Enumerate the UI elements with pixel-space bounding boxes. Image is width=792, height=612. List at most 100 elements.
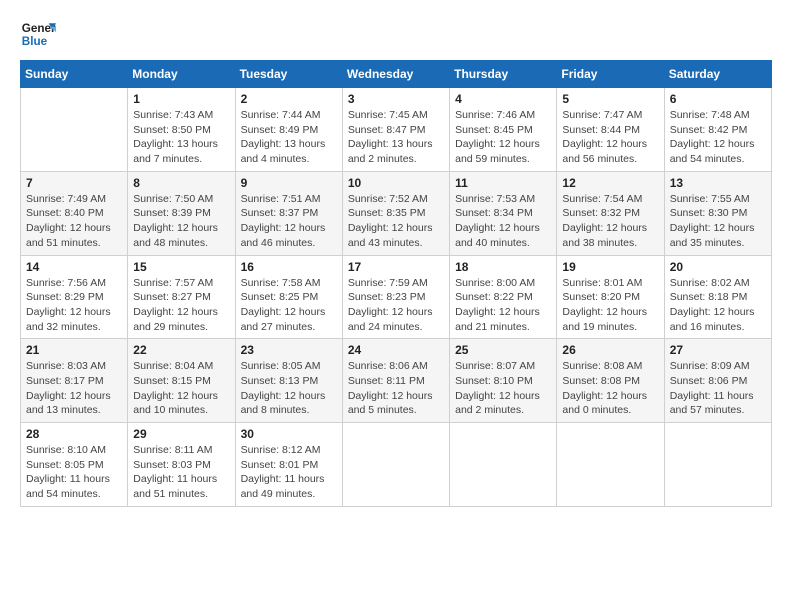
day-number: 8 <box>133 176 229 190</box>
day-info: Sunrise: 7:48 AM Sunset: 8:42 PM Dayligh… <box>670 108 766 167</box>
calendar-cell: 1 Sunrise: 7:43 AM Sunset: 8:50 PM Daylig… <box>128 88 235 172</box>
calendar-cell <box>21 88 128 172</box>
day-number: 27 <box>670 343 766 357</box>
day-number: 12 <box>562 176 658 190</box>
day-info: Sunrise: 7:46 AM Sunset: 8:45 PM Dayligh… <box>455 108 551 167</box>
svg-text:Blue: Blue <box>22 35 48 48</box>
calendar-cell: 25 Sunrise: 8:07 AM Sunset: 8:10 PM Dayli… <box>450 339 557 423</box>
calendar-cell: 21 Sunrise: 8:03 AM Sunset: 8:17 PM Dayli… <box>21 339 128 423</box>
day-info: Sunrise: 7:47 AM Sunset: 8:44 PM Dayligh… <box>562 108 658 167</box>
day-number: 9 <box>241 176 337 190</box>
day-info: Sunrise: 7:59 AM Sunset: 8:23 PM Dayligh… <box>348 276 444 335</box>
calendar-cell: 22 Sunrise: 8:04 AM Sunset: 8:15 PM Dayli… <box>128 339 235 423</box>
calendar-cell: 11 Sunrise: 7:53 AM Sunset: 8:34 PM Dayli… <box>450 171 557 255</box>
calendar-cell: 17 Sunrise: 7:59 AM Sunset: 8:23 PM Dayli… <box>342 255 449 339</box>
calendar-week-row: 21 Sunrise: 8:03 AM Sunset: 8:17 PM Dayli… <box>21 339 772 423</box>
day-info: Sunrise: 8:09 AM Sunset: 8:06 PM Dayligh… <box>670 359 766 418</box>
calendar-cell: 8Sunrise: 7:50 AM Sunset: 8:39 PM Daylig… <box>128 171 235 255</box>
day-info: Sunrise: 8:03 AM Sunset: 8:17 PM Dayligh… <box>26 359 122 418</box>
day-number: 18 <box>455 260 551 274</box>
day-number: 28 <box>26 427 122 441</box>
day-number: 22 <box>133 343 229 357</box>
day-info: Sunrise: 7:45 AM Sunset: 8:47 PM Dayligh… <box>348 108 444 167</box>
day-info: Sunrise: 7:52 AM Sunset: 8:35 PM Dayligh… <box>348 192 444 251</box>
day-info: Sunrise: 7:53 AM Sunset: 8:34 PM Dayligh… <box>455 192 551 251</box>
day-info: Sunrise: 7:58 AM Sunset: 8:25 PM Dayligh… <box>241 276 337 335</box>
day-number: 20 <box>670 260 766 274</box>
day-number: 30 <box>241 427 337 441</box>
day-info: Sunrise: 7:43 AM Sunset: 8:50 PM Dayligh… <box>133 108 229 167</box>
calendar-cell: 3 Sunrise: 7:45 AM Sunset: 8:47 PM Daylig… <box>342 88 449 172</box>
weekday-header-wednesday: Wednesday <box>342 61 449 88</box>
calendar-cell <box>450 423 557 507</box>
calendar-week-row: 1 Sunrise: 7:43 AM Sunset: 8:50 PM Daylig… <box>21 88 772 172</box>
day-info: Sunrise: 7:49 AM Sunset: 8:40 PM Dayligh… <box>26 192 122 251</box>
day-number: 15 <box>133 260 229 274</box>
calendar-cell: 13 Sunrise: 7:55 AM Sunset: 8:30 PM Dayli… <box>664 171 771 255</box>
day-info: Sunrise: 7:57 AM Sunset: 8:27 PM Dayligh… <box>133 276 229 335</box>
day-number: 29 <box>133 427 229 441</box>
calendar-cell: 7 Sunrise: 7:49 AM Sunset: 8:40 PM Daylig… <box>21 171 128 255</box>
day-info: Sunrise: 8:12 AM Sunset: 8:01 PM Dayligh… <box>241 443 337 502</box>
calendar-cell: 27 Sunrise: 8:09 AM Sunset: 8:06 PM Dayli… <box>664 339 771 423</box>
weekday-header-sunday: Sunday <box>21 61 128 88</box>
day-number: 5 <box>562 92 658 106</box>
calendar-cell: 10 Sunrise: 7:52 AM Sunset: 8:35 PM Dayli… <box>342 171 449 255</box>
calendar-cell: 23Sunrise: 8:05 AM Sunset: 8:13 PM Dayli… <box>235 339 342 423</box>
calendar-week-row: 14Sunrise: 7:56 AM Sunset: 8:29 PM Dayli… <box>21 255 772 339</box>
weekday-header-tuesday: Tuesday <box>235 61 342 88</box>
day-info: Sunrise: 8:07 AM Sunset: 8:10 PM Dayligh… <box>455 359 551 418</box>
calendar-cell: 5 Sunrise: 7:47 AM Sunset: 8:44 PM Daylig… <box>557 88 664 172</box>
day-number: 1 <box>133 92 229 106</box>
day-info: Sunrise: 7:44 AM Sunset: 8:49 PM Dayligh… <box>241 108 337 167</box>
day-number: 21 <box>26 343 122 357</box>
day-info: Sunrise: 8:02 AM Sunset: 8:18 PM Dayligh… <box>670 276 766 335</box>
weekday-header-thursday: Thursday <box>450 61 557 88</box>
day-number: 13 <box>670 176 766 190</box>
day-number: 3 <box>348 92 444 106</box>
calendar-week-row: 7 Sunrise: 7:49 AM Sunset: 8:40 PM Daylig… <box>21 171 772 255</box>
day-number: 19 <box>562 260 658 274</box>
day-number: 4 <box>455 92 551 106</box>
day-number: 25 <box>455 343 551 357</box>
day-number: 24 <box>348 343 444 357</box>
day-info: Sunrise: 8:11 AM Sunset: 8:03 PM Dayligh… <box>133 443 229 502</box>
calendar-cell: 28 Sunrise: 8:10 AM Sunset: 8:05 PM Dayli… <box>21 423 128 507</box>
day-number: 23 <box>241 343 337 357</box>
day-number: 14 <box>26 260 122 274</box>
day-info: Sunrise: 7:54 AM Sunset: 8:32 PM Dayligh… <box>562 192 658 251</box>
day-number: 6 <box>670 92 766 106</box>
calendar-cell: 19 Sunrise: 8:01 AM Sunset: 8:20 PM Dayli… <box>557 255 664 339</box>
weekday-header-monday: Monday <box>128 61 235 88</box>
day-info: Sunrise: 8:10 AM Sunset: 8:05 PM Dayligh… <box>26 443 122 502</box>
day-number: 7 <box>26 176 122 190</box>
calendar-cell <box>664 423 771 507</box>
day-info: Sunrise: 7:51 AM Sunset: 8:37 PM Dayligh… <box>241 192 337 251</box>
day-info: Sunrise: 8:04 AM Sunset: 8:15 PM Dayligh… <box>133 359 229 418</box>
day-number: 11 <box>455 176 551 190</box>
calendar-week-row: 28 Sunrise: 8:10 AM Sunset: 8:05 PM Dayli… <box>21 423 772 507</box>
calendar-cell: 16 Sunrise: 7:58 AM Sunset: 8:25 PM Dayli… <box>235 255 342 339</box>
calendar-cell <box>342 423 449 507</box>
weekday-header-saturday: Saturday <box>664 61 771 88</box>
day-info: Sunrise: 7:55 AM Sunset: 8:30 PM Dayligh… <box>670 192 766 251</box>
calendar-cell: 2Sunrise: 7:44 AM Sunset: 8:49 PM Daylig… <box>235 88 342 172</box>
day-info: Sunrise: 8:01 AM Sunset: 8:20 PM Dayligh… <box>562 276 658 335</box>
calendar-header-row: SundayMondayTuesdayWednesdayThursdayFrid… <box>21 61 772 88</box>
calendar-cell: 26Sunrise: 8:08 AM Sunset: 8:08 PM Dayli… <box>557 339 664 423</box>
calendar-cell: 12 Sunrise: 7:54 AM Sunset: 8:32 PM Dayli… <box>557 171 664 255</box>
calendar-cell: 18Sunrise: 8:00 AM Sunset: 8:22 PM Dayli… <box>450 255 557 339</box>
logo-icon: General Blue <box>20 16 56 52</box>
day-number: 26 <box>562 343 658 357</box>
day-number: 16 <box>241 260 337 274</box>
day-number: 10 <box>348 176 444 190</box>
calendar-cell: 20 Sunrise: 8:02 AM Sunset: 8:18 PM Dayli… <box>664 255 771 339</box>
calendar-cell: 4 Sunrise: 7:46 AM Sunset: 8:45 PM Daylig… <box>450 88 557 172</box>
calendar-cell: 30 Sunrise: 8:12 AM Sunset: 8:01 PM Dayli… <box>235 423 342 507</box>
day-number: 17 <box>348 260 444 274</box>
calendar-cell: 29 Sunrise: 8:11 AM Sunset: 8:03 PM Dayli… <box>128 423 235 507</box>
weekday-header-friday: Friday <box>557 61 664 88</box>
day-info: Sunrise: 8:06 AM Sunset: 8:11 PM Dayligh… <box>348 359 444 418</box>
calendar-cell: 14Sunrise: 7:56 AM Sunset: 8:29 PM Dayli… <box>21 255 128 339</box>
calendar-table: SundayMondayTuesdayWednesdayThursdayFrid… <box>20 60 772 507</box>
